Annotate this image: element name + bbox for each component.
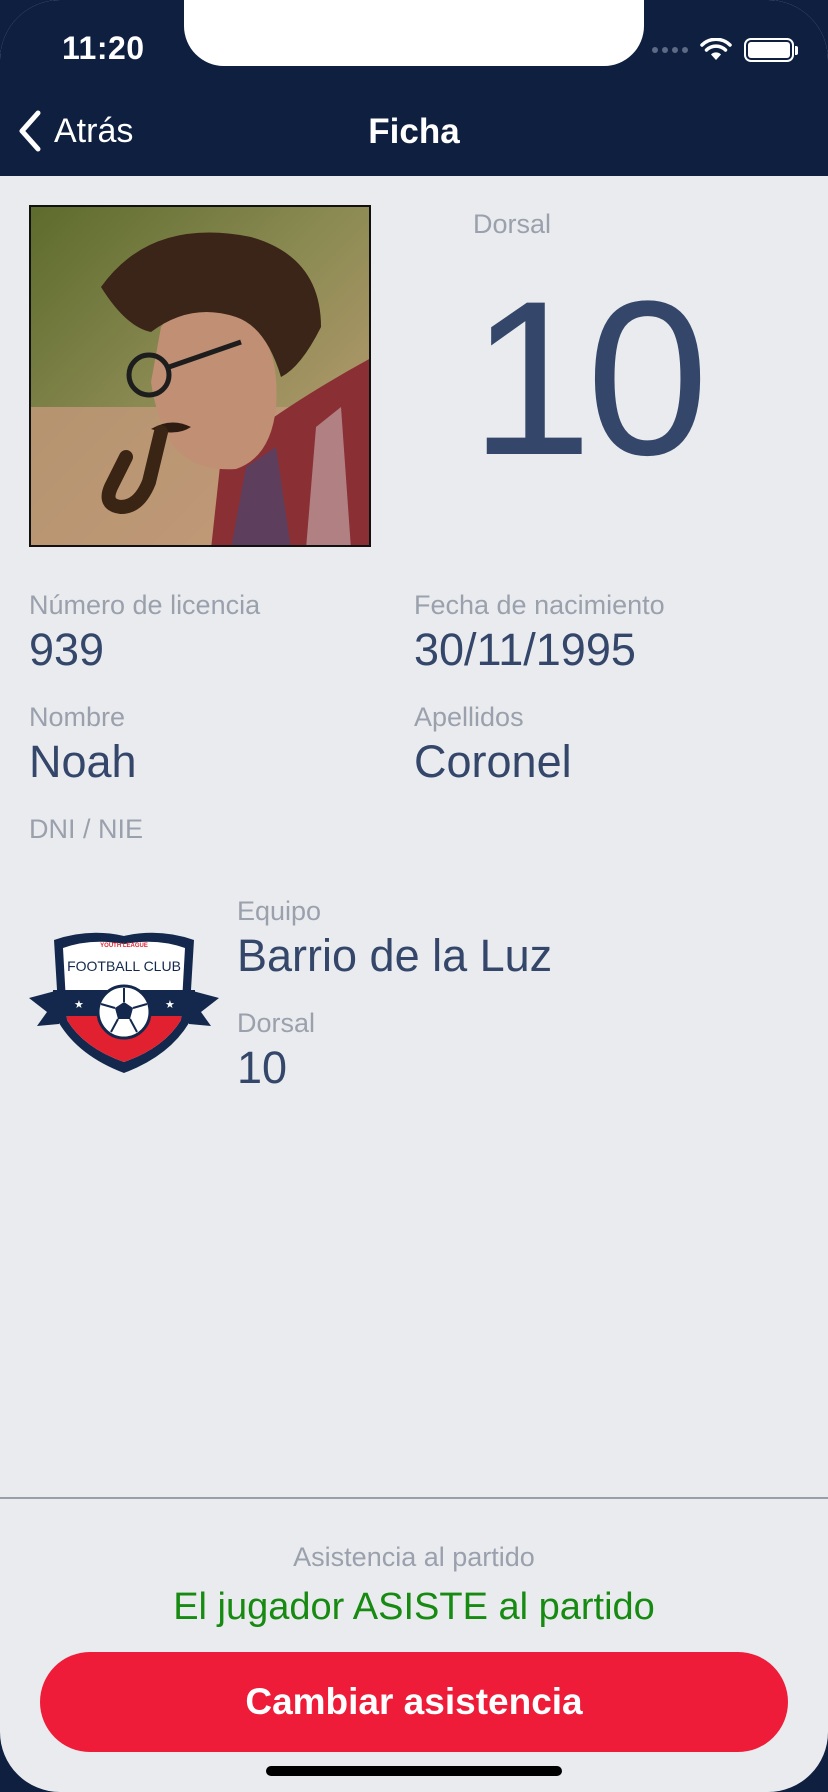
home-indicator[interactable] bbox=[266, 1766, 562, 1776]
team-value: Barrio de la Luz bbox=[237, 930, 553, 981]
surname-value: Coronel bbox=[414, 736, 572, 787]
license-value: 939 bbox=[29, 624, 105, 675]
dni-label: DNI / NIE bbox=[29, 814, 144, 844]
team-shield-icon: YOUTH LEAGUE FOOTBALL CLUB ★ ★ bbox=[29, 932, 219, 1073]
birthdate-label: Fecha de nacimiento bbox=[414, 590, 665, 620]
player-photo-image bbox=[31, 207, 369, 545]
team-dorsal-value: 10 bbox=[237, 1042, 288, 1093]
divider bbox=[0, 1497, 828, 1499]
team-logo-small-text: YOUTH LEAGUE bbox=[100, 943, 148, 949]
status-time: 11:20 bbox=[62, 30, 145, 66]
attendance-label: Asistencia al partido bbox=[293, 1542, 535, 1572]
surname-label: Apellidos bbox=[414, 702, 524, 732]
change-attendance-button[interactable]: Cambiar asistencia bbox=[40, 1652, 788, 1752]
attendance-status: El jugador ASISTE al partido bbox=[173, 1586, 655, 1628]
svg-text:★: ★ bbox=[74, 999, 84, 1011]
dorsal-number: 10 bbox=[470, 255, 709, 501]
screen: 11:20 Atrás Ficha Dorsal 10 Número de li… bbox=[0, 0, 828, 1792]
team-label: Equipo bbox=[237, 896, 322, 926]
navigation-header: 11:20 Atrás Ficha bbox=[0, 0, 828, 176]
license-label: Número de licencia bbox=[29, 590, 261, 620]
name-label: Nombre bbox=[29, 702, 126, 732]
birthdate-value: 30/11/1995 bbox=[414, 624, 636, 675]
page-title: Ficha bbox=[368, 112, 460, 151]
team-logo-main-text: FOOTBALL CLUB bbox=[67, 958, 181, 974]
cellular-signal-icon bbox=[652, 47, 688, 53]
wifi-icon bbox=[700, 38, 732, 60]
team-dorsal-label: Dorsal bbox=[237, 1008, 316, 1038]
dorsal-label: Dorsal bbox=[473, 209, 552, 239]
svg-text:★: ★ bbox=[165, 999, 175, 1011]
player-photo bbox=[29, 205, 371, 547]
device-notch bbox=[184, 0, 644, 66]
battery-icon bbox=[744, 38, 798, 62]
status-icons bbox=[652, 36, 798, 64]
name-value: Noah bbox=[29, 736, 137, 787]
team-logo: YOUTH LEAGUE FOOTBALL CLUB ★ ★ bbox=[29, 928, 219, 1078]
